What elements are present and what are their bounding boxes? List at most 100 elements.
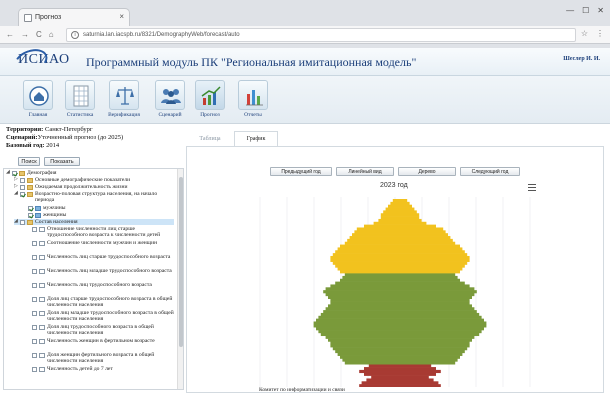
home-nav-icon[interactable]: ⌂ bbox=[49, 30, 54, 39]
browser-toolbar: ← → C ⌂ i saturnia.lan.iacspb.ru/8321/De… bbox=[0, 26, 610, 44]
collapse-icon[interactable]: ◢ bbox=[14, 191, 19, 197]
tree-node[interactable]: Доля женщин фертильного возраста в общей… bbox=[32, 352, 174, 365]
nav-scenario-label: Сценарий bbox=[158, 112, 182, 118]
main-nav: Главная Статистика Верификация Сценарий … bbox=[0, 76, 610, 124]
checkbox[interactable] bbox=[32, 353, 37, 358]
pyramid-bar-working bbox=[344, 273, 456, 277]
pyramid-bar-elderly bbox=[380, 213, 420, 217]
checkbox[interactable] bbox=[20, 192, 25, 197]
tree-node[interactable]: Доля лиц старше трудоспособного возраста… bbox=[32, 296, 174, 309]
back-icon[interactable]: ← bbox=[6, 30, 14, 39]
forward-icon[interactable]: → bbox=[21, 30, 29, 39]
checkbox[interactable] bbox=[32, 311, 37, 316]
tree-node[interactable]: Численность лиц младше трудоспособного в… bbox=[32, 268, 174, 274]
window-controls: — ☐ ✕ bbox=[566, 6, 604, 15]
logo: ИСИАО bbox=[11, 44, 70, 78]
close-window-icon[interactable]: ✕ bbox=[597, 6, 604, 15]
scenario-label: Сценарий: bbox=[6, 134, 38, 141]
scrollbar-thumb[interactable] bbox=[179, 177, 183, 347]
tree-node[interactable]: ◢ Возрастно-половая структура населения, … bbox=[14, 191, 174, 204]
item-icon bbox=[35, 213, 41, 218]
checkbox[interactable] bbox=[12, 171, 17, 176]
tree-node[interactable]: Доля лиц трудоспособного возраста в обще… bbox=[32, 324, 174, 337]
tree-node[interactable]: мужчины bbox=[22, 205, 66, 211]
expand-icon[interactable]: ▷ bbox=[14, 177, 19, 183]
pyramid-bar-elderly bbox=[352, 233, 448, 237]
chart-menu-icon[interactable] bbox=[528, 184, 536, 191]
tree-node[interactable]: ▷ Ожидаемая продолжительность жизни bbox=[14, 184, 127, 190]
pyramid-bar-working bbox=[330, 298, 470, 302]
tree-node[interactable]: ◢ Демография bbox=[6, 170, 56, 176]
pyramid-bar-working bbox=[328, 295, 472, 299]
checkbox[interactable] bbox=[20, 185, 25, 190]
pyramid-bar-elderly bbox=[364, 224, 436, 228]
collapse-icon[interactable]: ◢ bbox=[14, 219, 19, 225]
tree-node-selected[interactable]: ◢ Состав населения bbox=[14, 219, 174, 226]
maximize-icon[interactable]: ☐ bbox=[582, 6, 589, 15]
document-icon bbox=[39, 255, 45, 260]
tree-node-label: Численность лиц младше трудоспособного в… bbox=[47, 268, 172, 274]
folder-icon bbox=[27, 220, 33, 225]
tree-node[interactable]: Численность лиц трудоспособного возраста bbox=[32, 282, 174, 288]
menu-icon[interactable]: ⋮ bbox=[596, 29, 604, 38]
nav-reports[interactable]: Отчеты bbox=[235, 78, 271, 122]
tree-node[interactable]: Численность лиц старше трудоспособного в… bbox=[32, 254, 174, 260]
checkbox[interactable] bbox=[32, 241, 37, 246]
checkbox[interactable] bbox=[32, 283, 37, 288]
checkbox[interactable] bbox=[32, 339, 37, 344]
nav-scenario[interactable]: Сценарий bbox=[152, 78, 188, 122]
checkbox[interactable] bbox=[32, 255, 37, 260]
tree-node[interactable]: женщины bbox=[22, 212, 66, 218]
tree-scrollbar[interactable] bbox=[177, 169, 183, 389]
collapse-icon[interactable]: ◢ bbox=[6, 170, 11, 176]
tree-node[interactable]: Соотношение численности мужчин и женщин bbox=[32, 240, 174, 246]
population-pyramid-chart bbox=[259, 197, 531, 387]
tree-node[interactable]: ▷ Основные демографические показатели bbox=[14, 177, 130, 183]
minimize-icon[interactable]: — bbox=[566, 6, 574, 15]
checkbox[interactable] bbox=[32, 325, 37, 330]
checkbox[interactable] bbox=[32, 367, 37, 372]
checkbox[interactable] bbox=[28, 206, 33, 211]
checkbox[interactable] bbox=[32, 269, 37, 274]
pyramid-bar-young bbox=[368, 364, 432, 368]
checkbox[interactable] bbox=[20, 220, 25, 225]
tree-node[interactable]: Отношение численности лиц старше трудосп… bbox=[32, 226, 174, 239]
checkbox[interactable] bbox=[32, 297, 37, 302]
search-button[interactable]: Поиск bbox=[18, 157, 40, 166]
show-button[interactable]: Показать bbox=[44, 157, 80, 166]
address-bar[interactable]: i saturnia.lan.iacspb.ru/8321/Demography… bbox=[66, 28, 576, 42]
reload-icon[interactable]: C bbox=[36, 30, 42, 39]
tree-node-label: Численность лиц трудоспособного возраста bbox=[47, 282, 152, 288]
user-name[interactable]: Шеслер И. И. bbox=[563, 56, 600, 62]
close-tab-icon[interactable]: × bbox=[119, 12, 124, 21]
tab-table[interactable]: Таблица bbox=[188, 131, 232, 146]
linear-view-button[interactable]: Линейный вид bbox=[336, 167, 394, 176]
nav-reports-label: Отчеты bbox=[244, 112, 262, 118]
checkbox[interactable] bbox=[28, 213, 33, 218]
nav-home[interactable]: Главная bbox=[20, 78, 56, 122]
expand-icon[interactable]: ▷ bbox=[14, 184, 19, 190]
pyramid-bar-working bbox=[342, 358, 458, 362]
prev-year-button[interactable]: Предыдущий год bbox=[270, 167, 332, 176]
info-icon[interactable]: i bbox=[71, 31, 79, 39]
tree-node[interactable]: Численность женщин в фертильном возрасте bbox=[32, 338, 174, 344]
nav-verification[interactable]: Верификация bbox=[106, 78, 142, 122]
home-icon bbox=[23, 80, 53, 110]
tree-node[interactable]: Доля лиц младше трудоспособного возраста… bbox=[32, 310, 174, 323]
tab-chart[interactable]: График bbox=[234, 131, 278, 146]
star-icon[interactable]: ☆ bbox=[581, 29, 588, 38]
tree-node-label: Возрастно-половая структура населения, н… bbox=[35, 191, 158, 204]
nav-statistics-label: Статистика bbox=[66, 112, 94, 118]
pyramid-bar-working bbox=[342, 275, 458, 280]
nav-statistics[interactable]: Статистика bbox=[62, 78, 98, 122]
tree-node[interactable]: Численность детей до 7 лет bbox=[32, 366, 174, 372]
tree-node-label: Соотношение численности мужчин и женщин bbox=[47, 240, 158, 246]
checkbox[interactable] bbox=[20, 178, 25, 183]
folder-icon bbox=[27, 178, 33, 183]
next-year-button[interactable]: Следующий год bbox=[460, 167, 520, 176]
tree-view-button[interactable]: Дерево bbox=[398, 167, 456, 176]
base-year-label: Базовый год: bbox=[6, 142, 45, 149]
nav-forecast[interactable]: Прогноз bbox=[192, 78, 228, 122]
browser-tab[interactable]: Прогноз × bbox=[18, 8, 130, 26]
checkbox[interactable] bbox=[32, 227, 37, 232]
